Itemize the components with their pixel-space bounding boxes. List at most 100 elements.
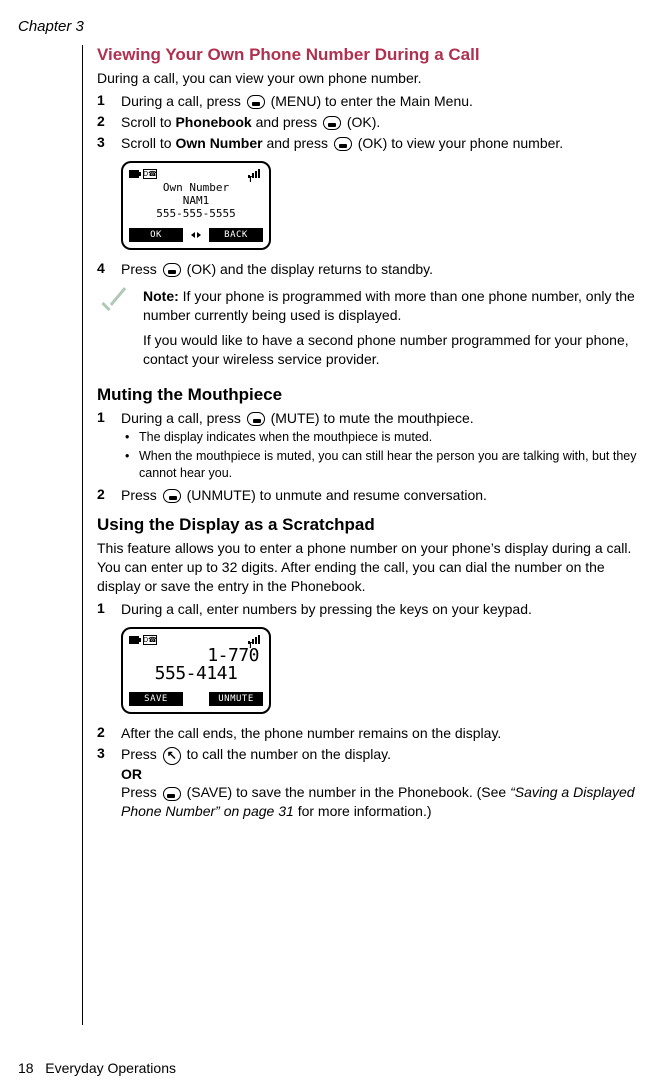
step-body: During a call, press (MENU) to enter the… <box>121 92 642 111</box>
step-number: 2 <box>97 486 121 502</box>
step-body: Press (OK) and the display returns to st… <box>121 260 642 279</box>
step-number: 3 <box>97 745 121 761</box>
step-body: After the call ends, the phone number re… <box>121 724 642 743</box>
note-text: Note: If your phone is programmed with m… <box>143 287 642 375</box>
status-left: D☎ <box>129 169 157 179</box>
text: Press <box>121 487 161 503</box>
step-4: 4 Press (OK) and the display returns to … <box>97 260 642 279</box>
screen-line: NAM1 <box>129 194 263 207</box>
softkey-icon <box>334 137 352 151</box>
text: Press <box>121 746 161 762</box>
status-bar: D☎ T <box>129 635 263 645</box>
page: Chapter 3 Viewing Your Own Phone Number … <box>0 0 664 1088</box>
step-number: 2 <box>97 724 121 740</box>
nav-spacer <box>189 692 203 706</box>
step-1: 1 During a call, press (MUTE) to mute th… <box>97 409 642 428</box>
signal-t: T <box>248 641 250 644</box>
softkey-right-icon <box>247 412 265 426</box>
mode-icon: D☎ <box>143 635 157 645</box>
phone-screen-own-number: D☎ T Own Number NAM1 555-555-5555 OK BAC… <box>121 161 271 251</box>
step-1: 1 During a call, enter numbers by pressi… <box>97 600 642 619</box>
softkey-save: SAVE <box>129 692 183 706</box>
step-number: 3 <box>97 134 121 150</box>
signal-icon: T <box>248 169 263 178</box>
signal-t: T <box>248 175 250 178</box>
bullet-item: •When the mouthpiece is muted, you can s… <box>125 448 642 482</box>
checkmark-icon <box>97 289 133 325</box>
bullet-list: •The display indicates when the mouthpie… <box>125 429 642 482</box>
text: Press <box>121 261 161 277</box>
text: During a call, press <box>121 93 245 109</box>
step-1: 1 During a call, press (MENU) to enter t… <box>97 92 642 111</box>
page-number: 18 <box>18 1060 34 1076</box>
text: (MUTE) to mute the mouthpiece. <box>271 410 474 426</box>
phone-screen-scratchpad: D☎ T 1-770 555-4141 SAVE UNMUTE <box>121 627 271 715</box>
softkey-row: SAVE UNMUTE <box>129 692 263 706</box>
softkey-icon <box>323 116 341 130</box>
signal-icon: T <box>248 635 263 644</box>
nav-arrows <box>189 228 203 242</box>
step-number: 2 <box>97 113 121 129</box>
step-body: Scroll to Own Number and press (OK) to v… <box>121 134 642 153</box>
text: (MENU) to enter the Main Menu. <box>271 93 473 109</box>
text: (OK) and the display returns to standby. <box>187 261 433 277</box>
section-title-muting: Muting the Mouthpiece <box>97 385 642 405</box>
bullet-item: •The display indicates when the mouthpie… <box>125 429 642 446</box>
step-list: 1 During a call, press (MENU) to enter t… <box>97 92 642 153</box>
text: (OK) to view your phone number. <box>358 135 563 151</box>
softkey-right-icon <box>163 489 181 503</box>
status-bar: D☎ T <box>129 169 263 179</box>
step-3: 3 Scroll to Own Number and press (OK) to… <box>97 134 642 153</box>
step-body: Scroll to Phonebook and press (OK). <box>121 113 642 132</box>
text: Scroll to <box>121 135 175 151</box>
step-body: During a call, enter numbers by pressing… <box>121 600 642 619</box>
screen-line: Own Number <box>129 181 263 194</box>
text: and press <box>266 135 331 151</box>
bold-text: Own Number <box>175 135 262 151</box>
mode-icon: D☎ <box>143 169 157 179</box>
softkey-icon <box>163 263 181 277</box>
text: and press <box>256 114 321 130</box>
note-block: Note: If your phone is programmed with m… <box>97 287 642 375</box>
status-left: D☎ <box>129 635 157 645</box>
text: If your phone is programmed with more th… <box>143 288 635 323</box>
softkey-back: BACK <box>209 228 263 242</box>
intro-text: During a call, you can view your own pho… <box>97 69 642 88</box>
step-number: 1 <box>97 409 121 425</box>
step-body: Press (UNMUTE) to unmute and resume conv… <box>121 486 642 505</box>
step-2: 2 After the call ends, the phone number … <box>97 724 642 743</box>
bullet-text: The display indicates when the mouthpiec… <box>139 429 642 446</box>
battery-icon <box>129 170 139 178</box>
bullet-dot: • <box>125 429 139 446</box>
step-2: 2 Scroll to Phonebook and press (OK). <box>97 113 642 132</box>
step-3: 3 Press to call the number on the displa… <box>97 745 642 821</box>
section-title-scratchpad: Using the Display as a Scratchpad <box>97 515 642 535</box>
step-body: During a call, press (MUTE) to mute the … <box>121 409 642 428</box>
softkey-left-icon <box>163 787 181 801</box>
call-icon <box>163 747 181 765</box>
bullet-dot: • <box>125 448 139 482</box>
text: (SAVE) to save the number in the Phonebo… <box>187 784 510 800</box>
battery-icon <box>129 636 139 644</box>
softkey-row: OK BACK <box>129 228 263 242</box>
section-title-viewing: Viewing Your Own Phone Number During a C… <box>97 45 642 65</box>
footer-title: Everyday Operations <box>45 1060 176 1076</box>
text: During a call, press <box>121 410 245 426</box>
softkey-unmute: UNMUTE <box>209 692 263 706</box>
bold-text: Phonebook <box>175 114 251 130</box>
text: Press <box>121 784 161 800</box>
note-p2: If you would like to have a second phone… <box>143 331 642 369</box>
note-label: Note: <box>143 288 179 304</box>
note-p1: Note: If your phone is programmed with m… <box>143 287 642 325</box>
softkey-icon <box>247 95 265 109</box>
screen-big-line: 555-4141 <box>129 665 263 684</box>
step-number: 4 <box>97 260 121 276</box>
screen-line: 555-555-5555 <box>129 207 263 220</box>
screen-body: 1-770 555-4141 <box>129 647 263 685</box>
screen-body: Own Number NAM1 555-555-5555 <box>129 181 263 221</box>
content-column: Viewing Your Own Phone Number During a C… <box>82 45 642 1025</box>
intro-text: This feature allows you to enter a phone… <box>97 539 642 596</box>
bullet-text: When the mouthpiece is muted, you can st… <box>139 448 642 482</box>
page-footer: 18 Everyday Operations <box>18 1060 176 1076</box>
chapter-label: Chapter 3 <box>18 18 646 35</box>
